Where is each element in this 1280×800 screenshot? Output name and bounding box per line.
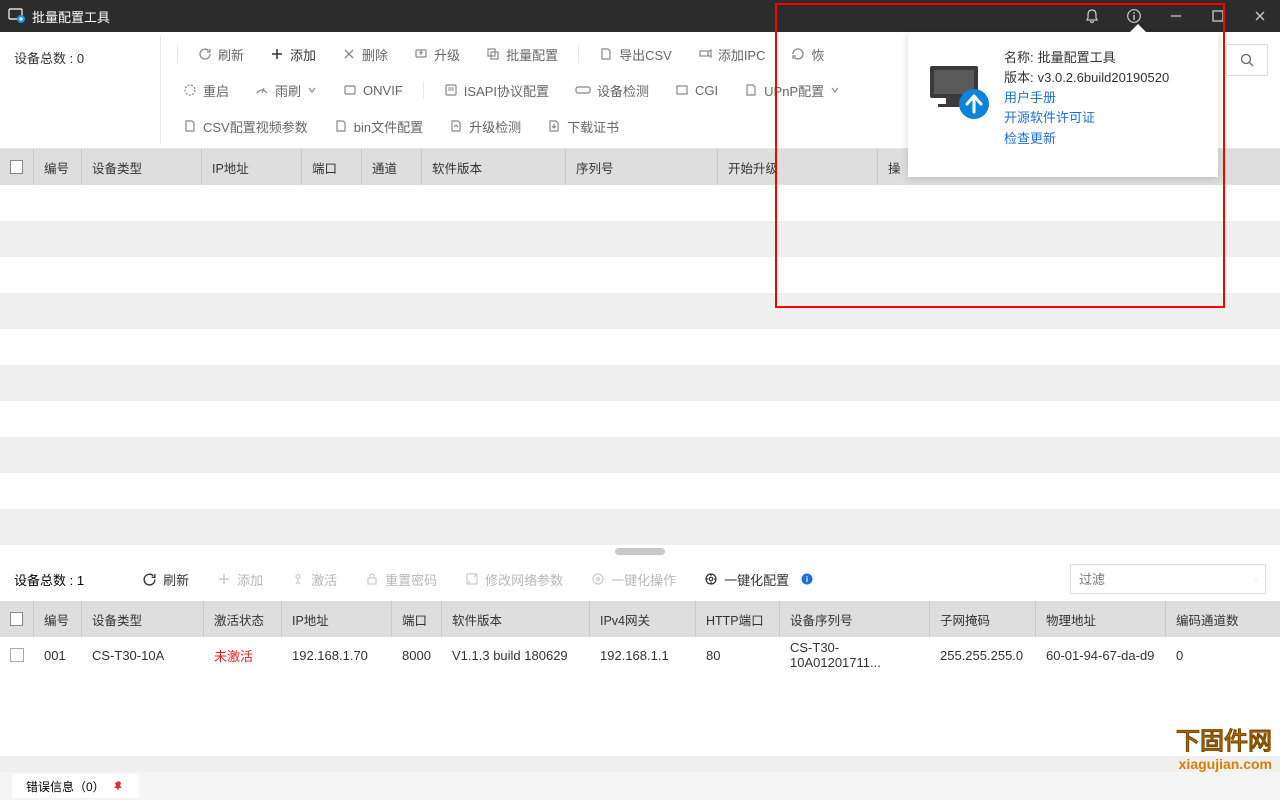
search-button[interactable] [1226,44,1268,76]
titlebar: 批量配置工具 [0,0,1280,32]
export-csv-button[interactable]: 导出CSV [587,40,684,68]
activate-status: 未激活 [214,649,253,664]
app-icon [8,8,24,24]
delete-button[interactable]: 删除 [330,40,400,68]
wiper-button[interactable]: 雨刷 [243,76,329,104]
footer: 错误信息（0） [0,772,1280,800]
error-info-tab[interactable]: 错误信息（0） [12,774,139,798]
download-cert-button[interactable]: 下载证书 [535,112,631,140]
app-title: 批量配置工具 [32,7,110,26]
restore-button[interactable]: 恢 [779,40,836,68]
device-count-lower: 设备总数 : 1 [14,570,84,589]
reset-pwd-button[interactable]: 重置密码 [355,565,447,593]
upgrade-button[interactable]: 升级 [402,40,472,68]
splitter[interactable] [0,545,1280,557]
modify-net-button[interactable]: 修改网络参数 [455,565,573,593]
info-dot-icon: i [801,573,813,585]
about-popup: 名称:批量配置工具 版本:v3.0.2.6build20190520 用户手册 … [908,32,1218,177]
row-checkbox[interactable] [10,648,24,662]
bin-file-button[interactable]: bin文件配置 [322,112,435,140]
select-all-checkbox-upper[interactable] [10,160,23,174]
table-row[interactable]: 001 CS-T30-10A 未激活 192.168.1.70 8000 V1.… [0,637,1280,673]
csv-video-button[interactable]: CSV配置视频参数 [171,112,320,140]
user-manual-link[interactable]: 用户手册 [1004,88,1169,108]
lower-add-button[interactable]: 添加 [207,565,273,593]
filter-field[interactable] [1079,572,1255,587]
check-update-link[interactable]: 检查更新 [1004,129,1169,149]
minimize-button[interactable] [1164,4,1188,28]
add-button[interactable]: 添加 [258,40,328,68]
lower-toolbar: 设备总数 : 1 刷新 添加 激活 重置密码 修改网络参数 一键化操作 一键化配… [0,557,1280,601]
device-detect-button[interactable]: 设备检测 [563,76,661,104]
horizontal-scrollbar[interactable] [0,756,1280,772]
svg-text:i: i [806,575,808,584]
reboot-button[interactable]: 重启 [171,76,241,104]
maximize-button[interactable] [1206,4,1230,28]
refresh-button[interactable]: 刷新 [186,40,256,68]
lower-table-header: 编号 设备类型 激活状态 IP地址 端口 软件版本 IPv4网关 HTTP端口 … [0,601,1280,637]
upgrade-check-button[interactable]: 升级检测 [437,112,533,140]
select-all-checkbox-lower[interactable] [10,612,23,626]
filter-input[interactable] [1070,564,1266,594]
watermark: 下固件网 xiagujian.com [1176,721,1272,772]
pin-icon[interactable] [113,780,125,792]
cgi-button[interactable]: CGI [663,76,730,104]
onvif-button[interactable]: ONVIF [331,76,415,104]
one-click-op-button[interactable]: 一键化操作 [581,565,686,593]
add-ipc-button[interactable]: 添加IPC [686,40,778,68]
batch-config-button[interactable]: 批量配置 [474,40,570,68]
one-click-cfg-button[interactable]: 一键化配置i [694,565,823,593]
device-count-upper: 设备总数 : 0 [14,48,84,67]
activate-button[interactable]: 激活 [281,565,347,593]
open-source-license-link[interactable]: 开源软件许可证 [1004,108,1169,128]
upnp-button[interactable]: UPnP配置 [732,76,852,104]
bell-icon[interactable] [1080,4,1104,28]
close-button[interactable] [1248,4,1272,28]
about-app-icon [924,60,988,116]
lower-refresh-button[interactable]: 刷新 [132,565,199,593]
isapi-button[interactable]: ISAPI协议配置 [432,76,561,104]
upper-table-body [0,185,1280,545]
